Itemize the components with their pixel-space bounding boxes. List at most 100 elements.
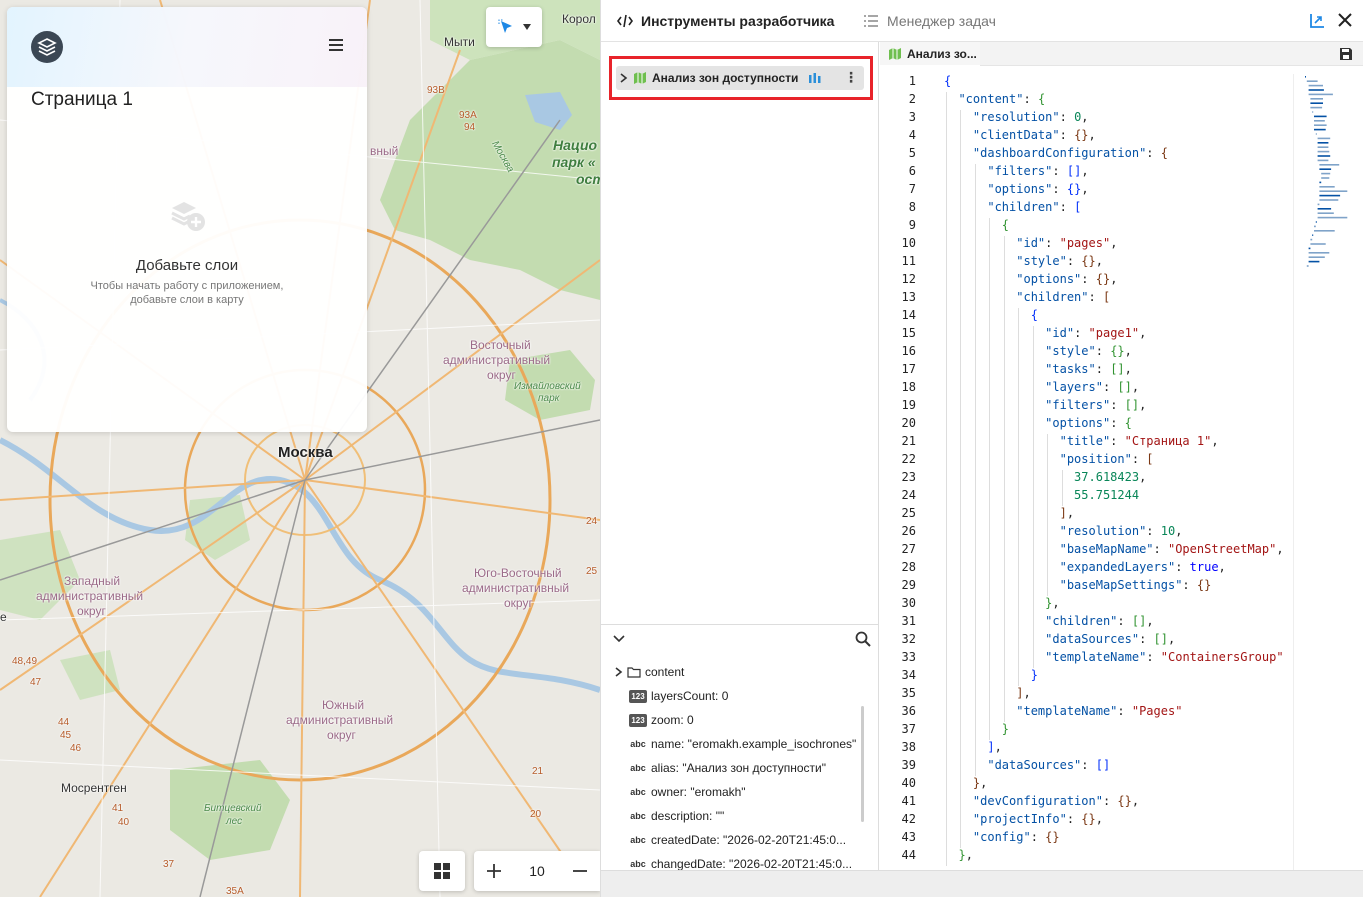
prop-row-content[interactable]: content bbox=[615, 662, 684, 682]
line-number: 30 bbox=[901, 596, 916, 610]
line-number: 42 bbox=[901, 812, 916, 826]
indent-guide bbox=[1018, 578, 1020, 596]
map-canvas[interactable]: Корол Мыти 93В 93А 94 Москва Нацио парк … bbox=[0, 0, 600, 897]
indent-guide bbox=[974, 344, 976, 362]
indent-guide bbox=[960, 560, 962, 578]
indent-guide bbox=[960, 344, 962, 362]
map-label-mytishchi: Мыти bbox=[444, 35, 475, 49]
prop-row[interactable]: abc alias: "Анализ зон доступности" bbox=[629, 758, 826, 778]
prop-row[interactable]: abc changedDate: "2026-02-20T21:45:0... bbox=[629, 854, 852, 870]
minimap-line bbox=[1319, 199, 1339, 201]
code-line: "children": [ bbox=[987, 200, 1082, 214]
tree-item-project[interactable]: Анализ зон доступности ⋮ bbox=[616, 66, 864, 90]
minimap-line bbox=[1317, 159, 1329, 162]
prop-row[interactable]: 123 zoom: 0 bbox=[629, 710, 694, 730]
editor-scrollbar[interactable] bbox=[1293, 74, 1294, 870]
indent-guide bbox=[960, 146, 962, 164]
indent-guide bbox=[1003, 236, 1005, 254]
indent-guide bbox=[960, 794, 962, 812]
indent-guide bbox=[946, 596, 947, 614]
minimap-line bbox=[1317, 155, 1331, 157]
code-line: "style": {}, bbox=[1045, 344, 1132, 358]
minimap-line bbox=[1308, 247, 1311, 250]
project-tree-pane: Анализ зон доступности ⋮ content 123 lay… bbox=[601, 42, 879, 870]
indent-guide bbox=[960, 326, 962, 344]
indent-guide bbox=[1032, 380, 1034, 398]
indent-guide bbox=[974, 740, 976, 758]
minimap-line bbox=[1310, 243, 1326, 245]
code-line: "baseMapSettings": {} bbox=[1059, 578, 1212, 592]
app-logo-icon[interactable] bbox=[31, 31, 63, 63]
properties-scrollbar[interactable] bbox=[861, 706, 864, 822]
indent-guide bbox=[946, 128, 947, 146]
save-icon[interactable] bbox=[1340, 48, 1352, 60]
empty-state-subtitle: Чтобы начать работу с приложением, добав… bbox=[67, 279, 307, 307]
line-number: 5 bbox=[908, 146, 916, 160]
indent-guide bbox=[974, 542, 976, 560]
indent-guide bbox=[1003, 452, 1005, 470]
indent-guide bbox=[1003, 398, 1005, 416]
map-label-road-4849: 48,49 bbox=[12, 656, 38, 667]
indent-guide bbox=[974, 632, 976, 650]
menu-icon[interactable] bbox=[329, 39, 343, 51]
indent-guide bbox=[1032, 470, 1034, 488]
prop-row[interactable]: abc owner: "eromakh" bbox=[629, 782, 745, 802]
minimap-line bbox=[1315, 133, 1317, 135]
prop-row[interactable]: 123 layersCount: 0 bbox=[629, 686, 728, 706]
line-number: 18 bbox=[901, 380, 916, 394]
chevron-right-icon[interactable] bbox=[615, 667, 623, 677]
indent-guide bbox=[960, 200, 962, 218]
prop-text: alias: "Анализ зон доступности" bbox=[651, 761, 827, 775]
map-label-road-47: 47 bbox=[30, 677, 42, 688]
tab-developer-tools[interactable]: Инструменты разработчика bbox=[617, 0, 834, 42]
chevron-down-icon[interactable] bbox=[613, 635, 625, 643]
editor-tab[interactable]: Анализ зо... bbox=[880, 42, 980, 66]
code-line: "tasks": [], bbox=[1045, 362, 1132, 376]
code-line: "layers": [], bbox=[1045, 380, 1140, 394]
minimap-line bbox=[1310, 238, 1313, 241]
code-minimap[interactable] bbox=[1303, 74, 1359, 274]
indent-guide bbox=[1047, 488, 1049, 506]
number-type-badge: 123 bbox=[629, 713, 647, 727]
indent-guide bbox=[960, 596, 962, 614]
prop-text: description: "" bbox=[651, 809, 725, 823]
indent-guide bbox=[974, 470, 976, 488]
indent-guide bbox=[989, 272, 991, 290]
line-number: 24 bbox=[901, 488, 916, 502]
indent-guide bbox=[1018, 362, 1020, 380]
line-number: 9 bbox=[908, 218, 916, 232]
prop-text: zoom: 0 bbox=[651, 713, 694, 727]
line-number: 43 bbox=[901, 830, 916, 844]
indent-guide bbox=[989, 614, 991, 632]
prop-row[interactable]: abc name: "eromakh.example_isochrones" bbox=[629, 734, 856, 754]
map-label-road-24: 24 bbox=[586, 516, 598, 527]
indent-guide bbox=[989, 254, 991, 272]
prop-row[interactable]: abc description: "" bbox=[629, 806, 724, 826]
string-type-badge: abc bbox=[630, 763, 646, 773]
grid-icon bbox=[434, 863, 450, 879]
select-tool-button[interactable] bbox=[486, 7, 542, 47]
more-options-icon[interactable]: ⋮ bbox=[844, 70, 858, 84]
line-number: 40 bbox=[901, 776, 916, 790]
dock-icon[interactable] bbox=[1308, 12, 1326, 30]
prop-row[interactable]: abc createdDate: "2026-02-20T21:45:0... bbox=[629, 830, 846, 850]
indent-guide bbox=[1018, 344, 1020, 362]
indent-guide bbox=[1018, 470, 1020, 488]
indent-guide bbox=[974, 578, 976, 596]
devtools-tabbar: Инструменты разработчика Менеджер задач bbox=[601, 0, 1363, 42]
indent-guide bbox=[1003, 560, 1005, 578]
indent-guide bbox=[946, 434, 947, 452]
zoom-out-icon[interactable] bbox=[572, 863, 588, 879]
devtools-panel: Инструменты разработчика Менеджер задач bbox=[600, 0, 1363, 897]
code-view[interactable]: 1 {2 "content": {3 "resolution": 0, 4 "cli… bbox=[880, 74, 1300, 870]
minimap-line bbox=[1308, 84, 1323, 87]
chevron-right-icon[interactable] bbox=[620, 73, 628, 83]
close-icon[interactable] bbox=[1336, 11, 1354, 29]
layout-grid-button[interactable] bbox=[419, 851, 465, 891]
prop-text: content bbox=[645, 665, 685, 679]
zoom-in-icon[interactable] bbox=[486, 863, 502, 879]
indent-guide bbox=[960, 416, 962, 434]
search-icon[interactable] bbox=[855, 631, 871, 647]
code-line: "id": "pages", bbox=[1016, 236, 1118, 250]
tab-task-manager[interactable]: Менеджер задач bbox=[863, 0, 996, 42]
